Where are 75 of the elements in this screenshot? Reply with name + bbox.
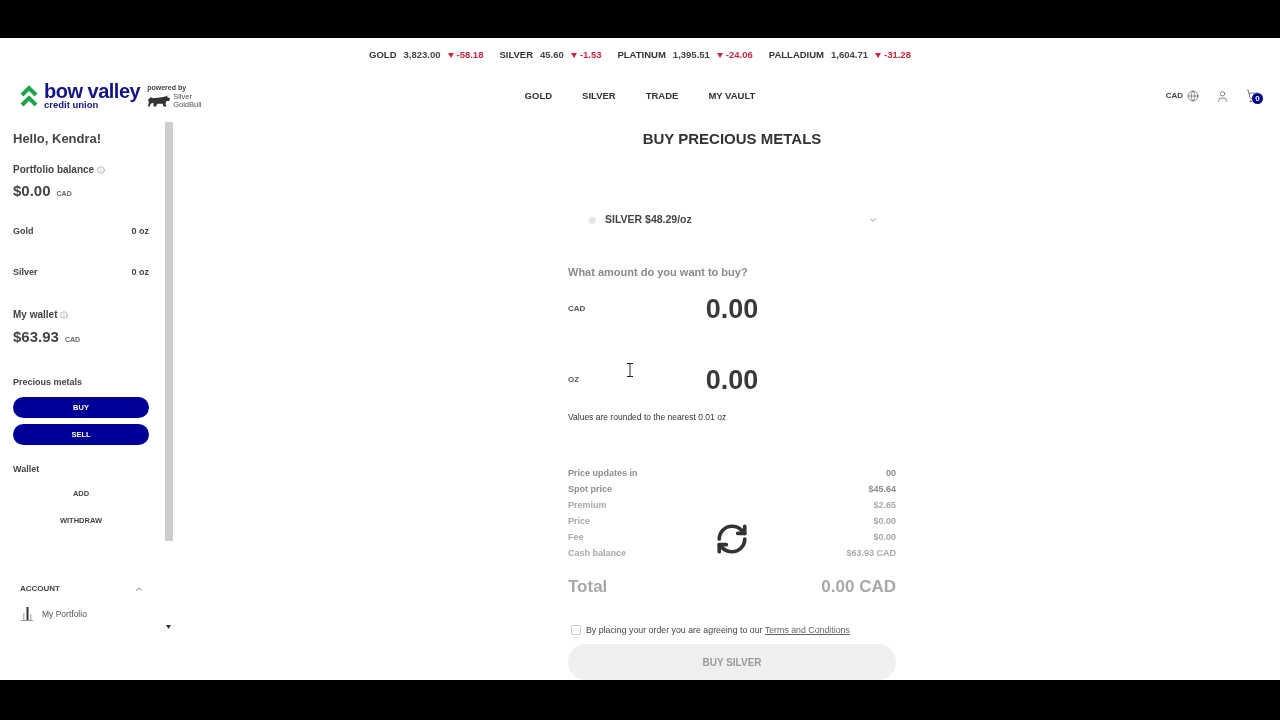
summary-value: 00 [886, 467, 896, 481]
greeting: Hello, Kendra! [13, 131, 103, 147]
terms-text: By placing your order you are agreeing to our Terms and Conditions [586, 624, 850, 636]
user-icon[interactable] [1216, 89, 1229, 103]
portfolio-amount: $0.00 [13, 182, 51, 200]
page-title: BUY PRECIOUS METALS [641, 130, 823, 148]
summary-label: Spot price [568, 483, 612, 497]
holding-metal: Silver [13, 266, 38, 278]
ticker-price: 1,604.71 [831, 47, 868, 62]
holding-metal: Gold [13, 225, 34, 237]
menu-item[interactable]: My Portfolio [21, 607, 173, 621]
holding-amount: 0 oz [131, 225, 149, 237]
down-triangle-icon [875, 52, 881, 58]
double-chevron-logo-icon [20, 85, 38, 107]
nav-link[interactable]: GOLD [524, 88, 553, 104]
text-cursor-icon [627, 363, 633, 377]
bull-logo-icon [147, 94, 172, 107]
down-triangle-icon [716, 52, 723, 58]
brand-tagline: credit union [44, 100, 99, 110]
refresh-arrows-icon [715, 522, 749, 556]
portfolio-label: Portfolio balance [13, 163, 95, 176]
ticker-change: -1.53 [579, 47, 602, 62]
ticker-price: 45.60 [540, 47, 564, 62]
ticker-metal: GOLD [369, 47, 397, 62]
chevron-down-icon [868, 215, 878, 225]
down-triangle-icon [447, 52, 454, 58]
summary-value: $45.64 [868, 483, 896, 497]
holding-amount: 0 oz [131, 266, 149, 278]
amount-question: What amount do you want to buy? [568, 265, 749, 279]
summary-label: Price updates in [568, 467, 638, 481]
summary-label: Premium [568, 499, 607, 513]
nav-link[interactable]: SILVER [582, 88, 616, 104]
metal-select[interactable]: SILVER $48.29/oz [568, 206, 896, 234]
summary-value: $0.00 [873, 531, 896, 545]
summary-value: $63.93 CAD [846, 547, 896, 561]
total-value: 0.00 CAD [821, 576, 896, 598]
nav-link[interactable]: TRADE [645, 88, 679, 104]
summary-label: Price [568, 515, 591, 529]
down-triangle-icon [570, 52, 577, 58]
buy-button: BUY SILVER [568, 644, 896, 680]
globe-icon [1187, 90, 1199, 102]
wallet-label: My wallet [13, 308, 58, 321]
ticker-change: -31.28 [884, 47, 911, 62]
ticker-price: 3,823.00 [403, 47, 441, 62]
nav-link[interactable]: MY VAULT [708, 88, 756, 104]
summary-value: $0.00 [873, 515, 896, 529]
section-heading: Wallet [13, 463, 41, 475]
section-heading: Precious metals [13, 376, 84, 388]
info-icon[interactable] [97, 165, 106, 174]
summary-label: Fee [568, 531, 584, 545]
unit-label: OZ [568, 374, 581, 386]
ticker-change: -58.18 [456, 47, 484, 62]
ticker-change: -24.06 [725, 47, 753, 62]
cart-count-badge: 0 [1252, 93, 1263, 104]
summary-label: Cash balance [568, 547, 627, 561]
bar-chart-icon [21, 607, 33, 621]
ticker-metal: PALLADIUM [768, 47, 824, 62]
amount-field[interactable]: 0.00 [672, 365, 792, 395]
amount-field[interactable]: 0.00 [672, 294, 792, 324]
ticker-price: 1,395.51 [672, 47, 710, 62]
brand-name: bow valley [44, 82, 141, 100]
terms-link[interactable]: Terms and Conditions [764, 625, 850, 635]
currency-selector[interactable]: CAD [1165, 90, 1199, 102]
info-icon[interactable] [60, 310, 69, 319]
ticker-metal: PLATINUM [617, 47, 666, 62]
wallet-amount: $63.93 [13, 328, 59, 346]
terms-checkbox[interactable] [571, 625, 581, 635]
summary-value: $2.65 [873, 499, 896, 513]
total-label: Total [568, 576, 608, 598]
scroll-down-arrow-icon[interactable] [166, 625, 171, 629]
unit-label: CAD [568, 303, 587, 315]
scrollbar[interactable] [165, 122, 173, 541]
account-section-header[interactable]: ACCOUNT [20, 583, 144, 595]
rounding-note: Values are rounded to the nearest 0.01 oz [568, 411, 728, 423]
ticker-metal: SILVER [499, 47, 534, 62]
